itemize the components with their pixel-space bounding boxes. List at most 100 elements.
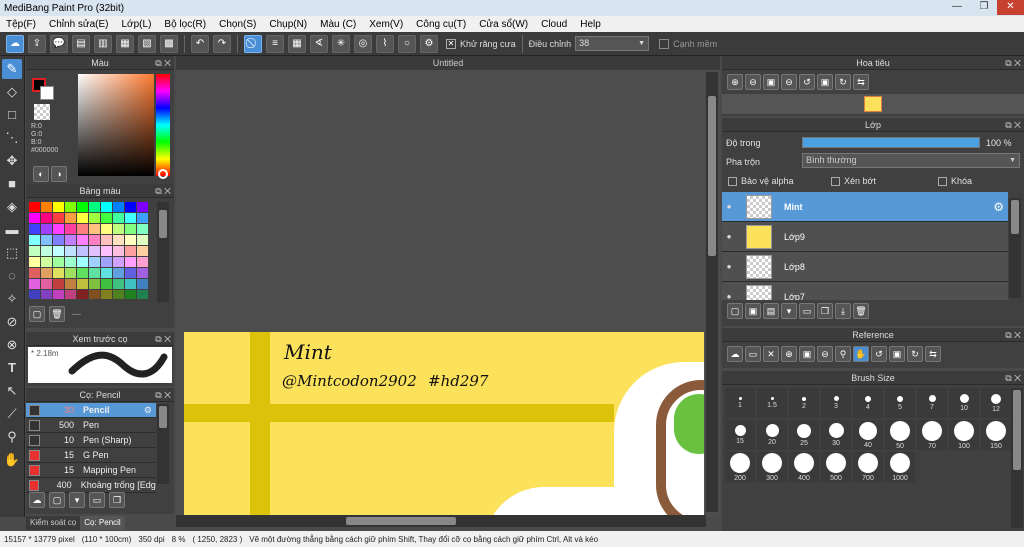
palette-swatch[interactable]: [77, 213, 88, 223]
zoom-out-icon[interactable]: ⊖: [817, 346, 833, 362]
scroll-thumb[interactable]: [1011, 200, 1019, 234]
eyedropper-icon[interactable]: ⚲: [835, 346, 851, 362]
brush-list-item[interactable]: 15 Mapping Pen: [26, 463, 156, 478]
document-icon[interactable]: ▥: [94, 34, 112, 53]
palette-scrollbar[interactable]: [157, 202, 169, 302]
palette-swatch[interactable]: [41, 279, 52, 289]
palette-swatch[interactable]: [53, 224, 64, 234]
palette-swatch[interactable]: [113, 235, 124, 245]
layer-row[interactable]: ● Mint ⚙: [722, 192, 1008, 222]
palette-swatch[interactable]: [53, 268, 64, 278]
divide-tool-icon[interactable]: ⟋: [2, 404, 22, 424]
select-eraser-icon[interactable]: ⊗: [2, 335, 22, 355]
undo-icon[interactable]: ↶: [191, 34, 209, 53]
palette-swatch[interactable]: [89, 235, 100, 245]
brush-size-option[interactable]: 15: [725, 420, 755, 450]
palette-swatch[interactable]: [41, 257, 52, 267]
layer-row[interactable]: ● Lớp8: [722, 252, 1008, 282]
duplicate-icon[interactable]: ❐: [109, 492, 125, 508]
palette-swatch[interactable]: [65, 268, 76, 278]
palette-swatch[interactable]: [29, 246, 40, 256]
layer-scrollbar[interactable]: [1009, 198, 1021, 298]
palette-swatch[interactable]: [29, 213, 40, 223]
brush-list-item[interactable]: 500 Pen: [26, 418, 156, 433]
brush-size-option[interactable]: 50: [885, 420, 915, 450]
palette-swatch[interactable]: [101, 224, 112, 234]
palette-swatch[interactable]: [113, 290, 124, 299]
gradient-tool-icon[interactable]: ▬: [2, 220, 22, 240]
circle-snap-icon[interactable]: ◎: [354, 34, 372, 53]
brush-size-option[interactable]: 300: [757, 452, 787, 482]
rotate-left-icon[interactable]: ↺: [871, 346, 887, 362]
palette-swatch[interactable]: [137, 224, 148, 234]
zoom-in-icon[interactable]: ⊕: [781, 346, 797, 362]
palette-swatch[interactable]: [125, 224, 136, 234]
restore-button[interactable]: ❐: [971, 0, 997, 15]
comic-frame-icon[interactable]: ▦: [116, 34, 134, 53]
hand-tool-icon[interactable]: ✋: [2, 450, 22, 470]
rotate-right-icon[interactable]: ↻: [907, 346, 923, 362]
delete-palette-icon[interactable]: 🗑: [49, 306, 65, 322]
new-halftone-layer-icon[interactable]: ▣: [745, 303, 761, 319]
hue-slider[interactable]: [156, 74, 170, 176]
tab-brush-pencil[interactable]: Cọ: Pencil: [80, 516, 125, 530]
brush-size-option[interactable]: 2: [789, 388, 819, 418]
cloud-icon[interactable]: ☁: [727, 346, 743, 362]
palette-swatch[interactable]: [137, 279, 148, 289]
palette-swatch[interactable]: [65, 235, 76, 245]
palette-swatch[interactable]: [77, 246, 88, 256]
vertical-scrollbar[interactable]: [706, 72, 718, 512]
palette-swatch[interactable]: [53, 202, 64, 212]
reset-icon[interactable]: ▣: [889, 346, 905, 362]
ellipse-snap-icon[interactable]: ○: [398, 34, 416, 53]
panel-close-icon[interactable]: ⧉ ✕: [155, 56, 171, 70]
brush-size-option[interactable]: 1: [725, 388, 755, 418]
brush-list-item[interactable]: 10 Pen (Sharp): [26, 433, 156, 448]
brush-list-item[interactable]: 30 Pencil ⚙: [26, 403, 156, 418]
parallel-snap-icon[interactable]: ≡: [266, 34, 284, 53]
brush-size-option[interactable]: 700: [853, 452, 883, 482]
select-tool-icon[interactable]: ⬚: [2, 243, 22, 263]
brush-tool-icon[interactable]: ✎: [2, 59, 22, 79]
lock-checkbox[interactable]: [938, 176, 947, 186]
curve-snap-icon[interactable]: ⌇: [376, 34, 394, 53]
palette-swatch[interactable]: [89, 279, 100, 289]
palette-swatches[interactable]: [28, 201, 158, 299]
palette-swatch[interactable]: [137, 268, 148, 278]
brush-size-option[interactable]: 150: [981, 420, 1011, 450]
palette-swatch[interactable]: [89, 290, 100, 299]
scroll-thumb[interactable]: [159, 210, 167, 238]
shape-fill-icon[interactable]: ■: [2, 174, 22, 194]
comment-icon[interactable]: 💬: [50, 34, 68, 53]
flip-icon[interactable]: ⇆: [853, 74, 869, 90]
hue-handle[interactable]: [158, 169, 168, 179]
palette-swatch[interactable]: [89, 202, 100, 212]
select-pen-icon[interactable]: ⊘: [2, 312, 22, 332]
brush-list-item[interactable]: 400 Khoảng trống [Edge: [26, 478, 156, 493]
background-color-swatch[interactable]: [40, 86, 54, 100]
magic-wand-icon[interactable]: ✧: [2, 289, 22, 309]
page-icon[interactable]: ▤: [72, 34, 90, 53]
panel-close-icon[interactable]: ⧉ ✕: [1005, 328, 1021, 342]
palette-swatch[interactable]: [77, 257, 88, 267]
scroll-thumb[interactable]: [708, 96, 716, 256]
brush-size-scrollbar[interactable]: [1011, 388, 1023, 528]
palette-swatch[interactable]: [65, 213, 76, 223]
palette-swatch[interactable]: [125, 268, 136, 278]
palette-swatch[interactable]: [53, 290, 64, 299]
palette-swatch[interactable]: [113, 246, 124, 256]
palette-swatch[interactable]: [77, 202, 88, 212]
palette-swatch[interactable]: [101, 246, 112, 256]
brush-size-option[interactable]: 500: [821, 452, 851, 482]
palette-swatch[interactable]: [77, 290, 88, 299]
snap-settings-icon[interactable]: ⚙: [420, 34, 438, 53]
brush-size-option[interactable]: 12: [981, 388, 1011, 418]
panel-close-icon[interactable]: ⧉ ✕: [155, 332, 171, 346]
adjust-select[interactable]: 38 ▼: [575, 36, 650, 51]
scroll-thumb[interactable]: [159, 406, 167, 428]
merge-layer-icon[interactable]: ⤓: [835, 303, 851, 319]
palette-swatch[interactable]: [53, 246, 64, 256]
palette-swatch[interactable]: [29, 290, 40, 299]
palette-swatch[interactable]: [65, 202, 76, 212]
text-tool-icon[interactable]: T: [2, 358, 22, 378]
